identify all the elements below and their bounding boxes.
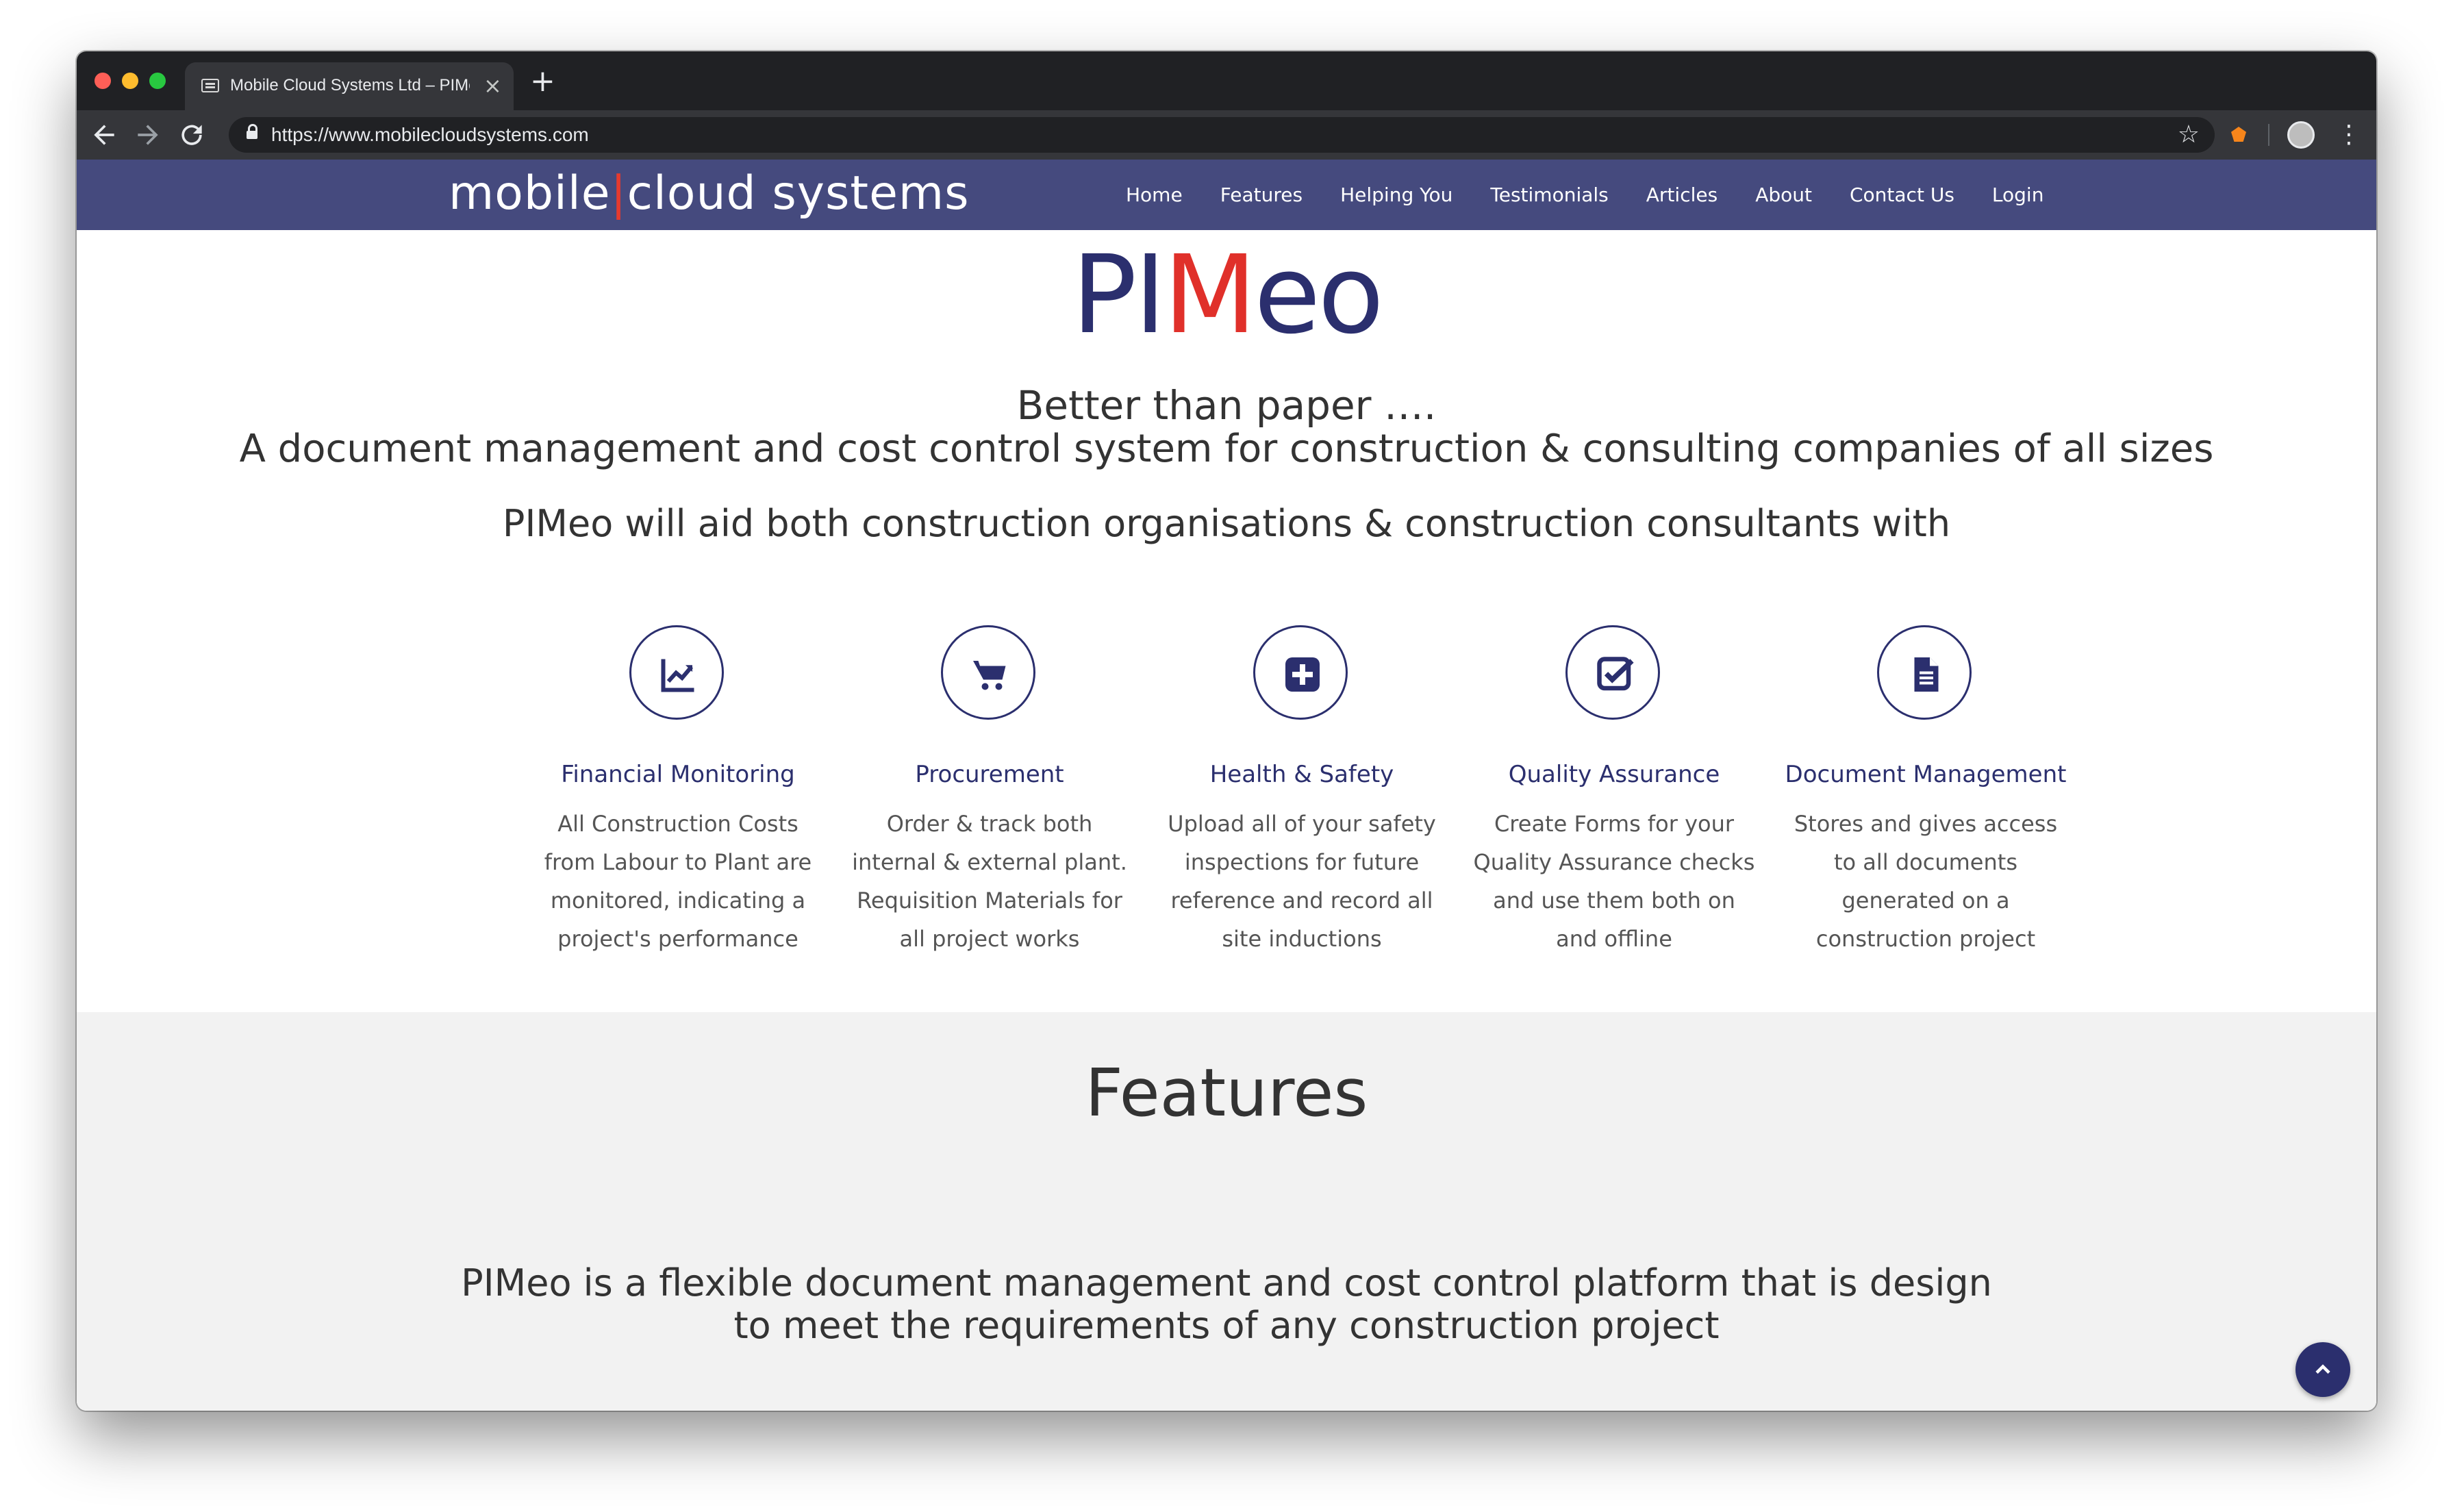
tagline-primary: Better than paper …. <box>1016 382 1437 429</box>
feature-title[interactable]: Procurement <box>846 761 1133 788</box>
nav-helping-you[interactable]: Helping You <box>1340 184 1452 206</box>
nav-links: Home Features Helping You Testimonials A… <box>1126 160 2043 230</box>
feature-title[interactable]: Financial Monitoring <box>534 761 822 788</box>
profile-avatar[interactable] <box>2287 121 2315 149</box>
site-navbar: mobile|cloud systems Home Features Helpi… <box>77 160 2376 230</box>
features-intro-text: PIMeo is a flexible document management … <box>77 1262 2376 1347</box>
logo-part-eo: eo <box>1254 232 1384 358</box>
back-arrow-icon[interactable] <box>89 120 119 150</box>
nav-features[interactable]: Features <box>1220 184 1303 206</box>
brand-word-mobile: mobile <box>449 166 611 220</box>
feature-description: All Construction Costs from Labour to Pl… <box>544 811 812 952</box>
tab-favicon-icon <box>201 79 219 92</box>
metamask-extension-icon[interactable] <box>2231 127 2246 142</box>
medical-plus-icon <box>1253 625 1348 720</box>
line-chart-icon <box>629 625 724 720</box>
lock-icon <box>247 124 257 139</box>
minimize-window-button[interactable] <box>122 73 138 89</box>
nav-login[interactable]: Login <box>1992 184 2044 206</box>
forward-arrow-icon[interactable] <box>133 120 163 150</box>
nav-articles[interactable]: Articles <box>1646 184 1718 206</box>
features-heading: Features <box>1085 1055 1368 1131</box>
browser-tab[interactable]: Mobile Cloud Systems Ltd – PIMeo × <box>185 62 514 110</box>
address-bar[interactable]: https://www.mobilecloudsystems.com ☆ <box>229 117 2215 153</box>
reload-icon[interactable] <box>177 120 207 150</box>
brand-word-cloud-systems: cloud systems <box>627 166 970 220</box>
feature-description: Upload all of your safety inspections fo… <box>1168 811 1436 952</box>
shopping-cart-icon <box>941 625 1035 720</box>
close-window-button[interactable] <box>95 73 111 89</box>
bookmark-star-icon[interactable]: ☆ <box>2178 118 2200 151</box>
tagline-secondary: A document management and cost control s… <box>239 427 2214 471</box>
new-tab-button[interactable]: + <box>530 66 555 97</box>
page-viewport: mobile|cloud systems Home Features Helpi… <box>77 160 2376 1411</box>
feature-description: Order & track both internal & external p… <box>852 811 1127 952</box>
toolbar-divider <box>2268 124 2269 146</box>
feature-title[interactable]: Health & Safety <box>1158 761 1446 788</box>
pimeo-logo: PIMeo <box>77 240 2376 350</box>
site-logo[interactable]: mobile|cloud systems <box>449 166 970 220</box>
browser-tab-bar: Mobile Cloud Systems Ltd – PIMeo × + <box>77 51 2376 110</box>
browser-toolbar: https://www.mobilecloudsystems.com ☆ ⋮ <box>77 110 2376 160</box>
features-section: Features PIMeo is a flexible document ma… <box>77 1012 2376 1411</box>
maximize-window-button[interactable] <box>149 73 166 89</box>
brand-separator: | <box>610 166 627 220</box>
intro-text: PIMeo will aid both construction organis… <box>502 502 1951 545</box>
url-text: https://www.mobilecloudsystems.com <box>271 124 589 145</box>
chevron-up-icon <box>2315 1364 2330 1374</box>
feature-description: Create Forms for your Quality Assurance … <box>1473 811 1755 952</box>
nav-testimonials[interactable]: Testimonials <box>1490 184 1608 206</box>
scroll-to-top-button[interactable] <box>2295 1342 2350 1397</box>
feature-title[interactable]: Document Management <box>1782 761 2070 788</box>
tab-title: Mobile Cloud Systems Ltd – PIMeo <box>230 76 470 94</box>
document-icon <box>1877 625 1972 720</box>
tab-close-icon[interactable]: × <box>483 72 502 99</box>
logo-part-m: M <box>1163 232 1257 358</box>
menu-kebab-icon[interactable]: ⋮ <box>2337 120 2361 150</box>
check-square-icon <box>1565 625 1660 720</box>
logo-part-pi: PI <box>1071 232 1166 358</box>
nav-home[interactable]: Home <box>1126 184 1183 206</box>
feature-title[interactable]: Quality Assurance <box>1470 761 1758 788</box>
nav-about[interactable]: About <box>1755 184 1812 206</box>
browser-window: Mobile Cloud Systems Ltd – PIMeo × + htt… <box>77 51 2376 1411</box>
feature-description: Stores and gives access to all documents… <box>1794 811 2058 952</box>
nav-contact-us[interactable]: Contact Us <box>1850 184 1954 206</box>
features-intro-line: PIMeo is a flexible document management … <box>461 1261 1992 1347</box>
